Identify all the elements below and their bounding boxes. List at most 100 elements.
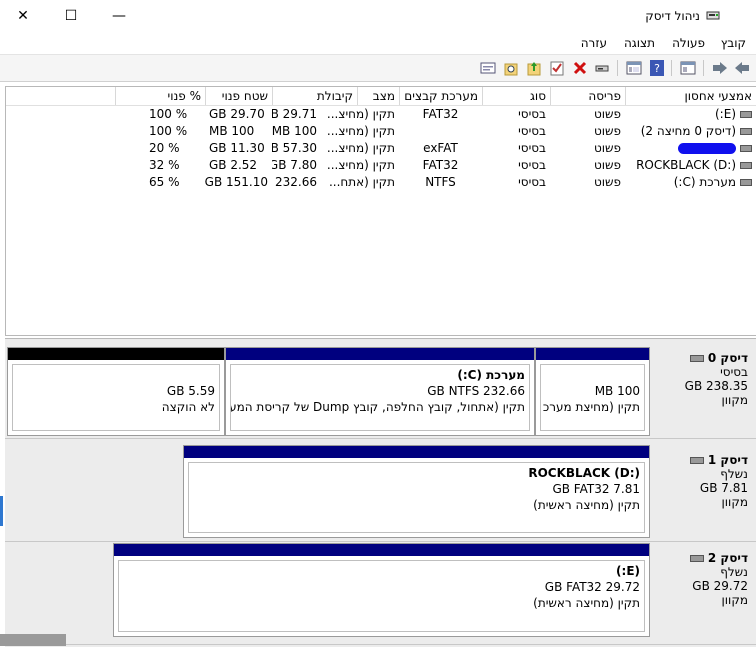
menu-action[interactable]: פעולה bbox=[672, 36, 705, 50]
cell-percent-free: % 32 bbox=[149, 158, 180, 172]
disk-management-app-icon bbox=[706, 11, 720, 20]
back-button[interactable] bbox=[733, 59, 751, 77]
disk-2-label[interactable]: דיסק 2 נשלף GB 29.72 מקוון bbox=[656, 545, 752, 637]
volume-icon bbox=[740, 128, 752, 135]
cell-capacity: GB 57.30 bbox=[272, 141, 317, 155]
cell-status: תקין (מחיצ... bbox=[326, 141, 395, 155]
forward-button[interactable] bbox=[711, 59, 729, 77]
partition-disk0-unallocated[interactable]: GB 5.59 לא הוקצה bbox=[7, 347, 225, 436]
partition-disk0-c[interactable]: מערכת (C:) GB NTFS 232.66 תקין (אתחול, ק… bbox=[225, 347, 535, 436]
col-free-space[interactable]: שטח פנוי bbox=[205, 87, 272, 105]
table-row[interactable]: פשוט בסיסי exFAT תקין (מחיצ... GB 57.30 … bbox=[6, 140, 756, 157]
cell-status: תקין (מחיצ... bbox=[326, 158, 395, 172]
col-volume[interactable]: אמצעי אחסון bbox=[625, 87, 756, 105]
menu-view[interactable]: תצוגה bbox=[624, 36, 655, 50]
redaction-mark bbox=[678, 143, 736, 154]
check-button[interactable] bbox=[548, 59, 566, 77]
col-filesystem[interactable]: מערכת קבצים bbox=[399, 87, 482, 105]
partition-bar bbox=[226, 348, 534, 360]
col-type[interactable]: סוג bbox=[482, 87, 550, 105]
partition-disk0-system[interactable]: MB 100 תקין (מחיצת מערכ bbox=[535, 347, 650, 436]
partition-bar bbox=[8, 348, 224, 360]
partition-bar bbox=[114, 544, 649, 556]
disk-kind: נשלף bbox=[720, 565, 748, 579]
table-row[interactable]: מערכת (C:) פשוט בסיסי NTFS תקין (אתח... … bbox=[6, 174, 756, 191]
cell-percent-free: % 100 bbox=[149, 124, 188, 138]
cell-status: תקין (מחיצ... bbox=[326, 107, 395, 121]
partition-body: (E:) GB FAT32 29.72 תקין (מחיצה ראשית) bbox=[118, 560, 645, 632]
close-button[interactable]: ✕ bbox=[0, 0, 46, 32]
search-folder-icon bbox=[504, 63, 518, 76]
up-folder-icon bbox=[527, 62, 541, 76]
cell-status: תקין (אתח... bbox=[328, 175, 395, 189]
minimize-button[interactable]: — bbox=[96, 0, 142, 32]
disk-name: דיסק 0 bbox=[707, 351, 748, 365]
console-icon bbox=[626, 61, 642, 75]
col-percent-free[interactable]: % פנוי bbox=[115, 87, 205, 105]
delete-button[interactable] bbox=[571, 59, 589, 77]
volume-icon bbox=[740, 179, 752, 186]
cell-layout: פשוט bbox=[593, 175, 621, 189]
window-title: ניהול דיסק bbox=[645, 9, 700, 23]
col-capacity[interactable]: קיבולת bbox=[272, 87, 357, 105]
export-icon bbox=[480, 62, 496, 74]
disk-icon bbox=[689, 555, 704, 562]
properties-icon bbox=[680, 61, 696, 75]
svg-text:?: ? bbox=[654, 62, 660, 75]
disk-state: מקוון bbox=[721, 393, 748, 407]
properties-button[interactable] bbox=[679, 59, 697, 77]
forward-icon bbox=[713, 62, 727, 74]
disk-name: דיסק 1 bbox=[707, 453, 748, 467]
table-row[interactable]: (E:) פשוט בסיסי FAT32 תקין (מחיצ... GB 2… bbox=[6, 106, 756, 123]
partition-body: מערכת (C:) GB NTFS 232.66 תקין (אתחול, ק… bbox=[230, 364, 530, 431]
partition-bar bbox=[536, 348, 649, 360]
help-button[interactable]: ? bbox=[648, 59, 666, 77]
minimize-icon: — bbox=[112, 8, 126, 24]
maximize-icon: ☐ bbox=[64, 8, 78, 24]
partition-disk2-e[interactable]: (E:) GB FAT32 29.72 תקין (מחיצה ראשית) bbox=[113, 543, 650, 637]
table-row[interactable]: (דיסק 0 מחיצה 2) פשוט בסיסי תקין (מחיצ..… bbox=[6, 123, 756, 140]
maximize-button[interactable]: ☐ bbox=[48, 0, 94, 32]
disk-size: GB 29.72 bbox=[692, 579, 748, 593]
col-status[interactable]: מצב bbox=[357, 87, 399, 105]
disk-icon bbox=[689, 355, 704, 362]
cell-type: בסיסי bbox=[518, 107, 546, 121]
background-window-edge bbox=[0, 496, 3, 526]
rescan-button[interactable] bbox=[594, 59, 612, 77]
volume-list-header: אמצעי אחסון פריסה סוג מערכת קבצים מצב קי… bbox=[6, 87, 756, 106]
menu-bar: קובץ פעולה תצוגה עזרה bbox=[0, 32, 756, 55]
partition-body: GB 5.59 לא הוקצה bbox=[12, 364, 220, 431]
partition-disk1-d[interactable]: ROCKBLACK (D:) GB FAT32 7.81 תקין (מחיצה… bbox=[183, 445, 650, 538]
cell-percent-free: % 100 bbox=[149, 107, 188, 121]
cell-volume: מערכת (C:) bbox=[625, 174, 756, 191]
cell-type: בסיסי bbox=[518, 158, 546, 172]
cell-percent-free: % 65 bbox=[149, 175, 180, 189]
partition-body: MB 100 תקין (מחיצת מערכ bbox=[540, 364, 645, 431]
export-button[interactable] bbox=[479, 59, 497, 77]
disk-1-label[interactable]: דיסק 1 נשלף GB 7.81 מקוון bbox=[656, 447, 752, 539]
cell-volume: (דיסק 0 מחיצה 2) bbox=[625, 123, 756, 140]
refresh-icon bbox=[595, 65, 609, 72]
toolbar: ? bbox=[0, 55, 756, 82]
cell-capacity: GB 29.71 bbox=[272, 107, 317, 121]
checkbox-icon bbox=[550, 61, 564, 76]
console-tree-button[interactable] bbox=[625, 59, 643, 77]
cell-free-space: GB 11.30 bbox=[209, 141, 265, 155]
disk-kind: בסיסי bbox=[720, 365, 748, 379]
disk-graphical-view: דיסק 0 בסיסי GB 238.35 מקוון MB 100 תקין… bbox=[5, 338, 756, 647]
disk-state: מקוון bbox=[721, 495, 748, 509]
delete-icon bbox=[573, 61, 587, 75]
menu-file[interactable]: קובץ bbox=[721, 36, 746, 50]
find-button[interactable] bbox=[502, 59, 520, 77]
cell-volume: (E:) bbox=[625, 106, 756, 123]
disk-0-label[interactable]: דיסק 0 בסיסי GB 238.35 מקוון bbox=[656, 345, 752, 437]
menu-help[interactable]: עזרה bbox=[581, 36, 607, 50]
horizontal-scrollbar[interactable] bbox=[0, 634, 66, 646]
table-row[interactable]: ROCKBLACK (D:) פשוט בסיסי FAT32 תקין (מח… bbox=[6, 157, 756, 174]
cell-type: בסיסי bbox=[518, 141, 546, 155]
volume-icon bbox=[740, 111, 752, 118]
col-layout[interactable]: פריסה bbox=[550, 87, 625, 105]
up-folder-button[interactable] bbox=[525, 59, 543, 77]
cell-percent-free: % 20 bbox=[149, 141, 180, 155]
cell-filesystem: FAT32 bbox=[422, 158, 459, 172]
